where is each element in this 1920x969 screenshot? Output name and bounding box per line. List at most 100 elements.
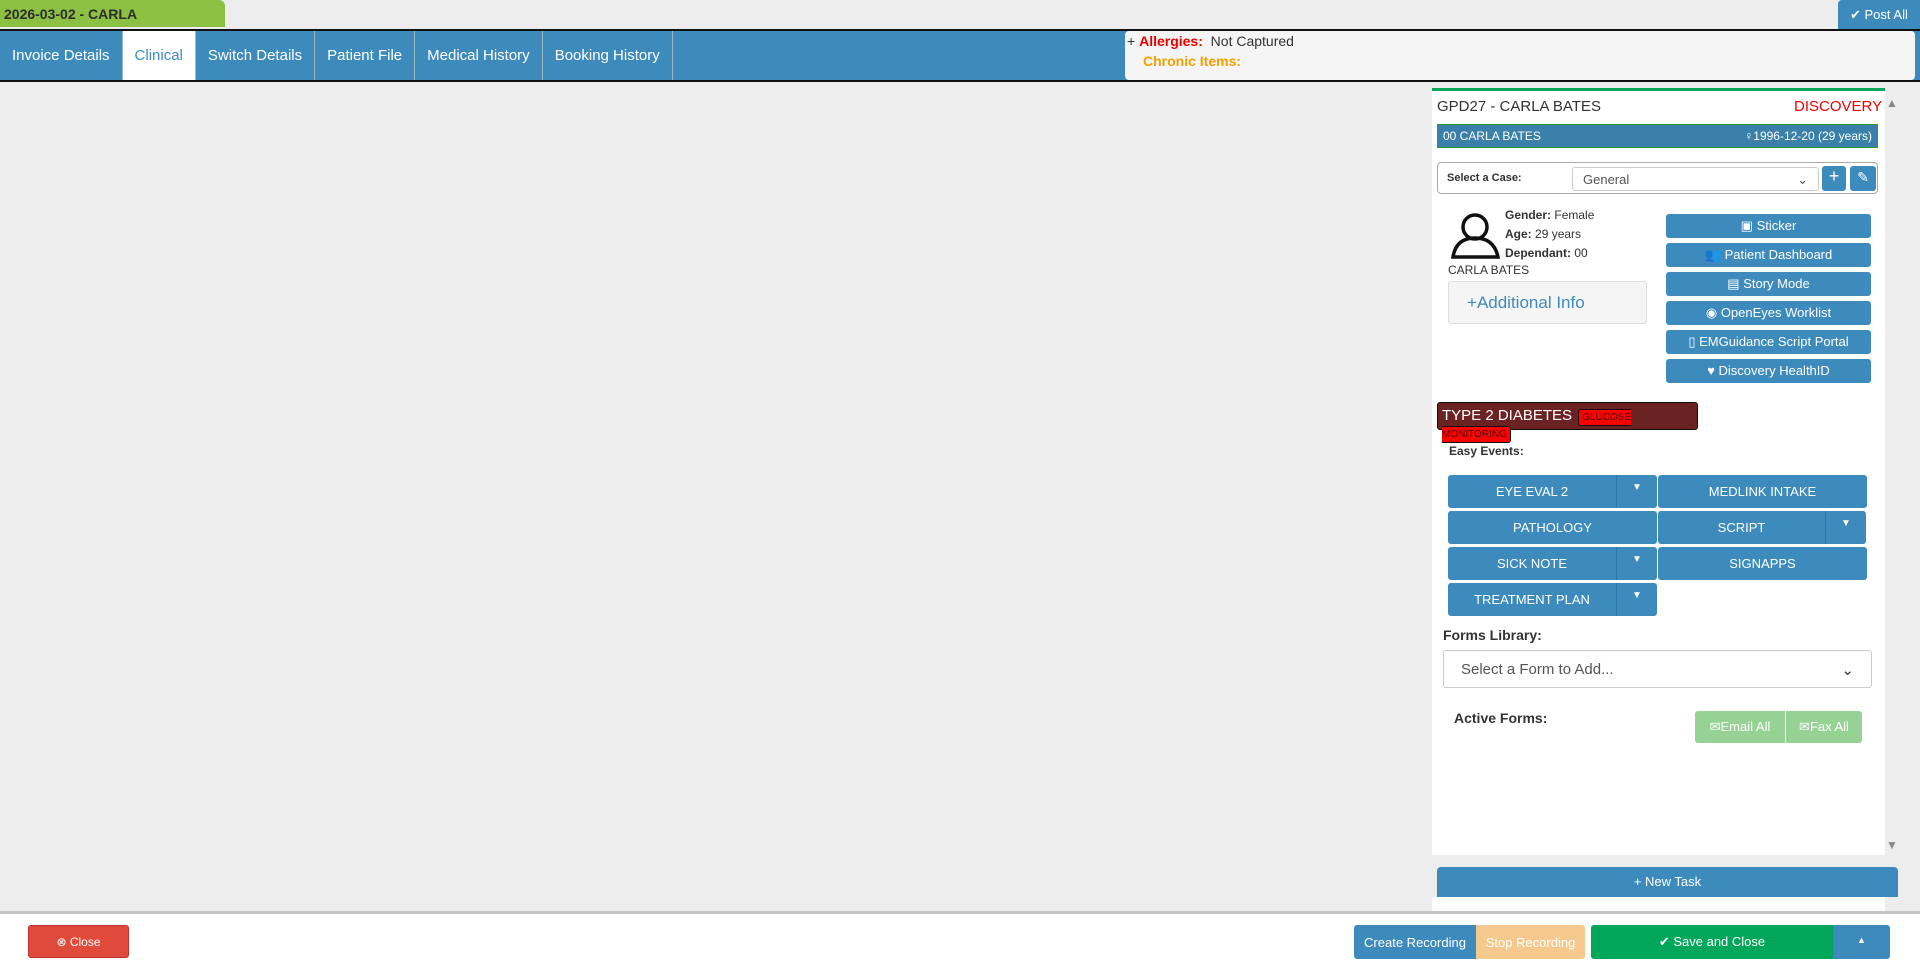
tab-invoice-details[interactable]: Invoice Details — [0, 31, 123, 80]
email-all-button[interactable]: ✉Email All — [1695, 711, 1785, 743]
save-and-close-button[interactable]: ✔ Save and Close — [1591, 925, 1833, 959]
sticker-icon: ▣ — [1740, 218, 1757, 233]
email-all-label: Email All — [1720, 719, 1771, 734]
patient-dob: 1996-12-20 (29 years) — [1753, 129, 1872, 143]
button-label: EMGuidance Script Portal — [1699, 334, 1849, 349]
close-label: Close — [69, 935, 101, 949]
sticker-button[interactable]: ▣ Sticker — [1666, 214, 1871, 238]
alerts-box: + Allergies: Not Captured Chronic Items: — [1125, 31, 1915, 80]
patient-bar-name: 00 CARLA BATES — [1443, 129, 1541, 143]
emguidance-script-portal-button[interactable]: ▯ EMGuidance Script Portal — [1666, 330, 1871, 354]
plus-icon: + — [1828, 166, 1840, 186]
button-label: Patient Dashboard — [1724, 247, 1833, 262]
event-label: SCRIPT — [1717, 520, 1766, 535]
easy-event-signapps[interactable]: SIGNAPPS — [1658, 547, 1867, 580]
plus-icon: + — [1467, 293, 1477, 312]
user-avatar-icon — [1450, 213, 1501, 259]
stop-recording-button[interactable]: Stop Recording — [1476, 925, 1585, 959]
close-button[interactable]: ⊗ Close — [28, 925, 129, 958]
caret-down-icon[interactable]: ▼ — [1616, 583, 1657, 616]
case-label: Select a Case: — [1447, 172, 1522, 184]
add-case-button[interactable]: + — [1822, 166, 1846, 191]
check-circle-icon: ✔ — [1850, 7, 1865, 22]
tab-medical-history[interactable]: Medical History — [415, 31, 543, 80]
new-task-label: New Task — [1645, 874, 1702, 889]
heart-icon: ♥ — [1707, 363, 1719, 378]
caret-up-icon: ▲ — [1857, 935, 1866, 945]
tab-switch-details[interactable]: Switch Details — [196, 31, 316, 80]
fax-all-label: Fax All — [1809, 719, 1849, 734]
tab-clinical[interactable]: Clinical — [122, 31, 196, 80]
patient-bar: 00 CARLA BATES ♀1996-12-20 (29 years) — [1437, 124, 1878, 148]
edit-case-button[interactable]: ✎ — [1850, 166, 1876, 191]
button-label: Story Mode — [1743, 276, 1810, 291]
book-reader-icon: ▤ — [1727, 276, 1744, 291]
easy-event-sick-note[interactable]: SICK NOTE ▼ — [1448, 547, 1657, 580]
condition-badge: TYPE 2 DIABETES GLUCOSE MONITORING — [1437, 402, 1698, 443]
active-forms-label: Active Forms: — [1454, 710, 1548, 726]
easy-event-script[interactable]: SCRIPT ▼ — [1658, 511, 1866, 544]
post-all-label: Post All — [1864, 7, 1908, 22]
forms-library-label: Forms Library: — [1443, 627, 1542, 643]
create-recording-button[interactable]: Create Recording — [1354, 925, 1476, 959]
button-label: Discovery HealthID — [1718, 363, 1830, 378]
chevron-down-icon: ⌄ — [1797, 172, 1808, 187]
button-label: Sticker — [1756, 218, 1797, 233]
caret-down-icon[interactable]: ▼ — [1616, 547, 1657, 580]
easy-event-treatment-plan[interactable]: TREATMENT PLAN ▼ — [1448, 583, 1657, 616]
event-label: EYE EVAL 2 — [1495, 484, 1569, 499]
age-value: 29 years — [1535, 227, 1582, 241]
times-circle-icon: ⊗ — [56, 935, 70, 949]
scroll-down-arrow-icon[interactable]: ▼ — [1886, 838, 1900, 852]
task-panel — [1432, 897, 1885, 911]
case-select-value: General — [1583, 172, 1630, 187]
form-select[interactable]: Select a Form to Add... ⌄ — [1443, 650, 1872, 688]
tab-booking-history[interactable]: Booking History — [543, 31, 673, 80]
post-all-button[interactable]: ✔ Post All — [1838, 0, 1920, 29]
form-select-placeholder: Select a Form to Add... — [1461, 661, 1614, 678]
dependant-value: 00 — [1574, 246, 1588, 260]
file-icon: ▯ — [1688, 334, 1700, 349]
plus-icon: + — [1633, 874, 1646, 889]
gender-label: Gender: — [1505, 208, 1552, 222]
envelope-icon: ✉ — [1799, 719, 1810, 734]
allergies-label: Allergies: — [1139, 33, 1203, 49]
openeyes-worklist-button[interactable]: ◉ OpenEyes Worklist — [1666, 301, 1871, 325]
case-selector-box: Select a Case: General ⌄ + ✎ — [1437, 162, 1878, 194]
visit-date-label: 2026-03-02 - CARLA — [0, 0, 225, 27]
easy-event-medlink-intake[interactable]: MEDLINK INTAKE — [1658, 475, 1867, 508]
fax-all-button[interactable]: ✉Fax All — [1786, 711, 1862, 743]
check-circle-icon: ✔ — [1658, 934, 1674, 949]
allergies-value: Not Captured — [1210, 33, 1294, 49]
tab-patient-file[interactable]: Patient File — [315, 31, 416, 80]
patient-dashboard-button[interactable]: 👥 Patient Dashboard — [1666, 243, 1871, 267]
easy-events-label: Easy Events: — [1449, 444, 1524, 458]
eye-icon: ◉ — [1705, 305, 1721, 320]
story-mode-button[interactable]: ▤ Story Mode — [1666, 272, 1871, 296]
save-close-label: Save and Close — [1673, 934, 1766, 949]
scroll-up-arrow-icon[interactable]: ▲ — [1886, 96, 1900, 110]
age-label: Age: — [1505, 227, 1532, 241]
caret-down-icon[interactable]: ▼ — [1825, 511, 1866, 544]
save-options-dropdown[interactable]: ▲ — [1833, 925, 1890, 959]
new-task-button[interactable]: + New Task — [1437, 867, 1898, 897]
users-icon: 👥 — [1704, 247, 1725, 262]
discovery-healthid-button[interactable]: ♥ Discovery HealthID — [1666, 359, 1871, 383]
chevron-down-icon: ⌄ — [1841, 662, 1854, 679]
additional-info-label: Additional Info — [1476, 293, 1585, 312]
easy-event-eye-eval-2[interactable]: EYE EVAL 2 ▼ — [1448, 475, 1657, 508]
chronic-items-label: Chronic Items: — [1143, 53, 1242, 69]
easy-event-pathology[interactable]: PATHOLOGY — [1448, 511, 1657, 544]
gender-value: Female — [1554, 208, 1595, 222]
button-label: OpenEyes Worklist — [1720, 305, 1832, 320]
edit-icon: ✎ — [1857, 169, 1869, 185]
condition-label: TYPE 2 DIABETES — [1442, 407, 1573, 424]
scheme-name: DISCOVERY — [1794, 98, 1883, 115]
additional-info-button[interactable]: +Additional Info — [1448, 281, 1647, 324]
caret-down-icon[interactable]: ▼ — [1616, 475, 1657, 508]
expand-allergies-toggle[interactable]: + — [1127, 33, 1135, 49]
case-select[interactable]: General ⌄ — [1572, 167, 1819, 191]
female-icon: ♀ — [1744, 129, 1754, 143]
dependant-label: Dependant: — [1505, 246, 1571, 260]
event-label: SICK NOTE — [1496, 556, 1568, 571]
